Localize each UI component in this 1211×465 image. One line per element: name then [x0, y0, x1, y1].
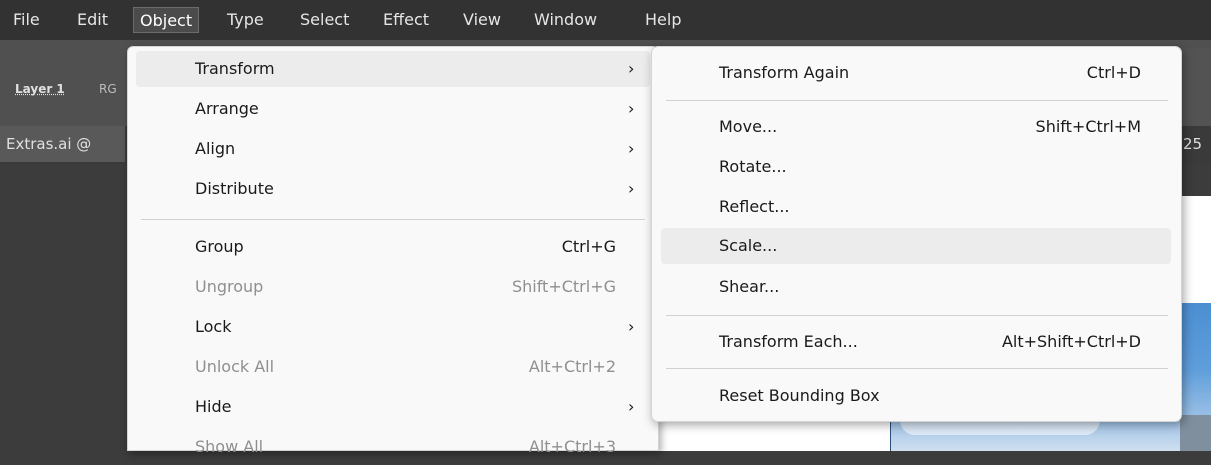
object-menu-item-show-all[interactable]: Show All Alt+Ctrl+3: [136, 429, 650, 465]
menu-edit[interactable]: Edit: [77, 10, 108, 32]
menu-object[interactable]: Object: [133, 7, 200, 33]
color-mode-fragment: RG: [99, 82, 117, 96]
menu-item-label: Reset Bounding Box: [719, 386, 880, 405]
menu-item-label: Rotate...: [719, 157, 787, 176]
menu-item-label: Align: [195, 139, 236, 158]
menu-item-label: Scale...: [719, 236, 778, 255]
control-bar-button-fragment[interactable]: [1180, 48, 1211, 126]
transform-menu-item-transform-again[interactable]: Transform Again Ctrl+D: [661, 55, 1171, 91]
menu-item-label: Transform Again: [719, 63, 850, 82]
transform-menu-item-reflect[interactable]: Reflect...: [661, 189, 1171, 225]
image-building: [1180, 415, 1211, 451]
menu-view[interactable]: View: [463, 10, 501, 32]
menu-select[interactable]: Select: [300, 10, 349, 32]
menu-item-shortcut: Alt+Shift+Ctrl+D: [1001, 332, 1141, 351]
menu-item-label: Ungroup: [195, 277, 264, 296]
menu-item-label: Reflect...: [719, 197, 790, 216]
transform-menu-item-rotate[interactable]: Rotate...: [661, 149, 1171, 185]
menu-file[interactable]: File: [13, 10, 40, 32]
menu-separator: [666, 368, 1168, 369]
menu-window[interactable]: Window: [534, 10, 597, 32]
menu-separator: [141, 219, 645, 220]
menu-item-label: Hide: [195, 397, 232, 416]
menu-item-label: Move...: [719, 117, 778, 136]
menu-separator: [666, 315, 1168, 316]
menu-type[interactable]: Type: [227, 10, 264, 32]
menu-separator: [666, 100, 1168, 101]
transform-menu-item-transform-each[interactable]: Transform Each... Alt+Shift+Ctrl+D: [661, 324, 1171, 360]
zoom-fragment: 25: [1183, 135, 1203, 153]
object-menu-item-lock[interactable]: Lock ›: [136, 309, 650, 345]
menu-item-shortcut: Shift+Ctrl+G: [511, 277, 616, 296]
menu-item-label: Arrange: [195, 99, 259, 118]
menu-item-label: Unlock All: [195, 357, 275, 376]
chevron-right-icon: ›: [628, 99, 635, 118]
chevron-right-icon: ›: [628, 59, 635, 78]
object-menu-item-align[interactable]: Align ›: [136, 131, 650, 167]
menu-item-label: Transform: [195, 59, 275, 78]
menu-item-label: Show All: [195, 437, 264, 456]
menu-help[interactable]: Help: [645, 10, 681, 32]
menu-item-shortcut: Ctrl+G: [561, 237, 616, 256]
menu-item-label: Lock: [195, 317, 232, 336]
object-menu-item-group[interactable]: Group Ctrl+G: [136, 229, 650, 265]
transform-menu-item-move[interactable]: Move... Shift+Ctrl+M: [661, 109, 1171, 145]
menu-item-label: Distribute: [195, 179, 274, 198]
chevron-right-icon: ›: [628, 179, 635, 198]
menu-item-shortcut: Shift+Ctrl+M: [1035, 117, 1141, 136]
chevron-right-icon: ›: [628, 139, 635, 158]
object-menu-item-ungroup[interactable]: Ungroup Shift+Ctrl+G: [136, 269, 650, 305]
menu-item-shortcut: Alt+Ctrl+2: [528, 357, 616, 376]
menu-bar: File Edit Object Type Select Effect View…: [0, 0, 1211, 40]
transform-menu-item-scale[interactable]: Scale...: [661, 228, 1171, 264]
menu-item-shortcut: Ctrl+D: [1086, 63, 1141, 82]
menu-item-label: Transform Each...: [719, 332, 858, 351]
object-menu-item-transform[interactable]: Transform ›: [136, 51, 650, 87]
transform-menu-item-shear[interactable]: Shear...: [661, 269, 1171, 305]
object-menu: Transform › Arrange › Align › Distribute…: [127, 46, 659, 456]
transform-submenu: Transform Again Ctrl+D Move... Shift+Ctr…: [651, 46, 1182, 422]
object-menu-item-distribute[interactable]: Distribute ›: [136, 171, 650, 207]
chevron-right-icon: ›: [628, 397, 635, 416]
menu-item-label: Shear...: [719, 277, 780, 296]
object-menu-item-arrange[interactable]: Arrange ›: [136, 91, 650, 127]
object-menu-item-unlock-all[interactable]: Unlock All Alt+Ctrl+2: [136, 349, 650, 385]
menu-effect[interactable]: Effect: [383, 10, 429, 32]
transform-menu-item-reset-bounding-box[interactable]: Reset Bounding Box: [661, 378, 1171, 414]
layer-name[interactable]: Layer 1: [15, 82, 65, 96]
menu-item-label: Group: [195, 237, 244, 256]
object-menu-item-hide[interactable]: Hide ›: [136, 389, 650, 425]
canvas-background: [0, 164, 127, 451]
menu-item-shortcut: Alt+Ctrl+3: [528, 437, 616, 456]
document-tab[interactable]: Extras.ai @: [0, 126, 125, 162]
chevron-right-icon: ›: [628, 317, 635, 336]
